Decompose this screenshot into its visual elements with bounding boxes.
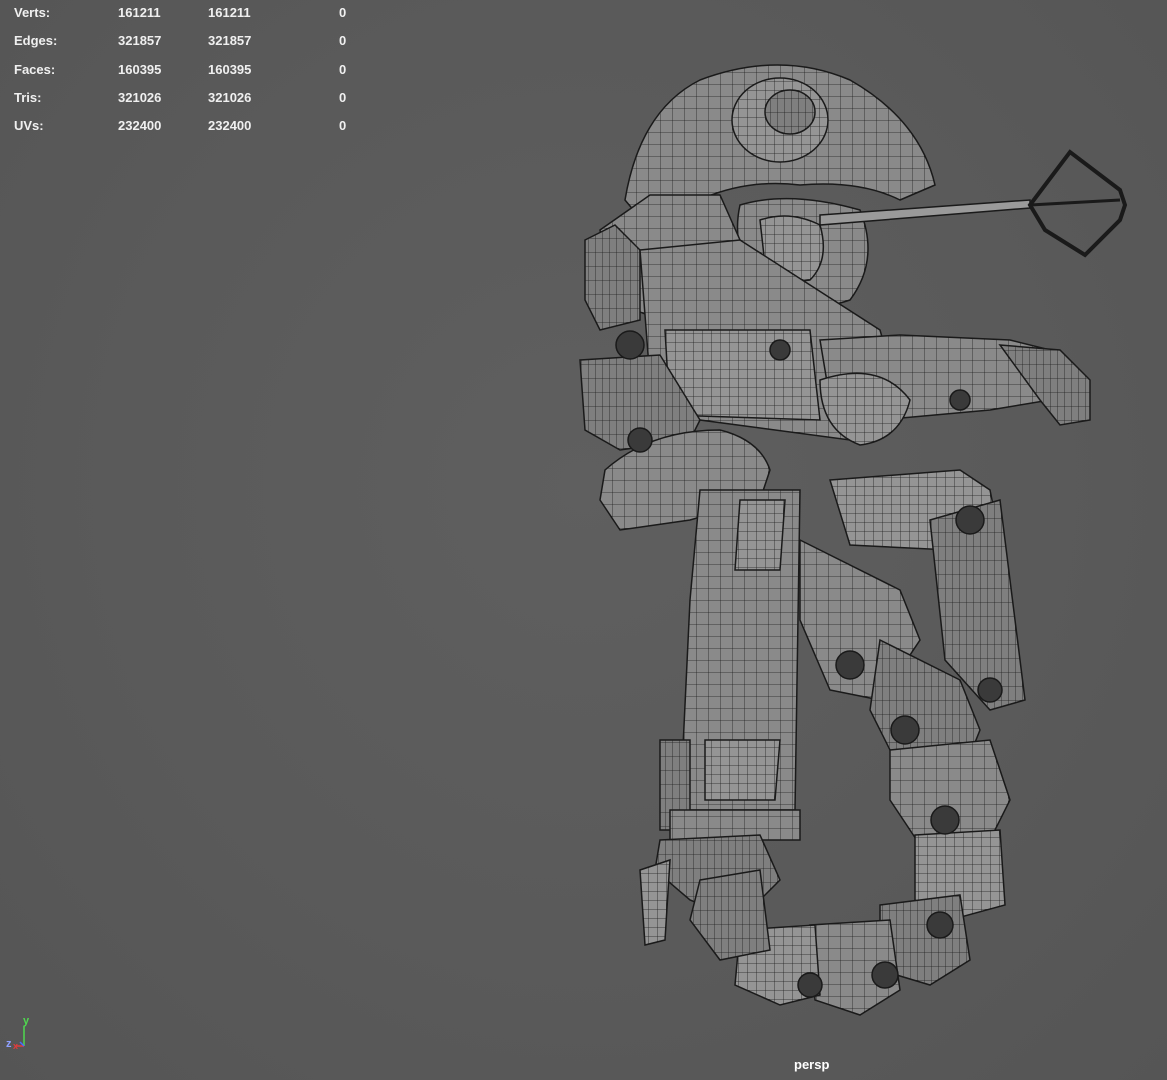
z-axis-label: z: [6, 1038, 12, 1050]
hud-value: 0: [339, 118, 347, 134]
hud-label: Edges:: [14, 33, 58, 49]
camera-label: persp: [794, 1057, 830, 1072]
hud-value: 0: [339, 5, 347, 20]
hud-value: 0: [339, 33, 347, 49]
hud-value: 160395: [118, 61, 162, 77]
x-axis-label: x: [13, 1041, 18, 1051]
hud-label: UVs:: [14, 118, 44, 134]
hud-label: Tris:: [14, 89, 42, 105]
y-axis-label: y: [23, 1015, 30, 1027]
hud-value: 0: [339, 61, 347, 77]
hud-value: 232400: [118, 118, 162, 134]
robot-chameleon-mesh[interactable]: [0, 0, 1167, 1080]
hud-label: Faces:: [14, 61, 56, 77]
hud-value: 321857: [118, 33, 162, 49]
maya-viewport[interactable]: Verts: 161211 161211 0 Edges: 321857 321…: [0, 0, 1167, 1080]
hud-value: 321026: [208, 89, 252, 105]
hud-value: 161211: [208, 5, 251, 20]
view-axis-gizmo: y z x: [6, 1015, 30, 1051]
hud-value: 321026: [118, 89, 162, 105]
hud-value: 161211: [118, 5, 161, 20]
hud-value: 321857: [208, 33, 252, 49]
hud-label: Verts:: [14, 5, 51, 20]
hud-value: 0: [339, 89, 347, 105]
hud-value: 232400: [208, 118, 252, 134]
hud-value: 160395: [208, 61, 252, 77]
